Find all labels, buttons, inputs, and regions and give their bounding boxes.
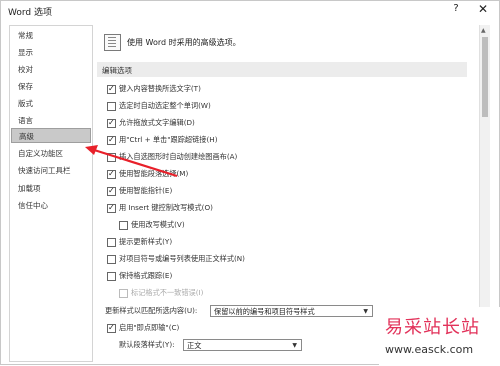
watermark-url: www.easck.com [385,343,474,356]
site-watermark: 易采站长站 www.easck.com [379,307,500,366]
word-options-dialog: Word 选项 ? ✕ 常规 显示 校对 保存 版式 语言 高级 自定义功能区 … [0,0,500,366]
annotation-arrow-line [90,147,178,178]
watermark-chinese: 易采站长站 [385,317,480,338]
